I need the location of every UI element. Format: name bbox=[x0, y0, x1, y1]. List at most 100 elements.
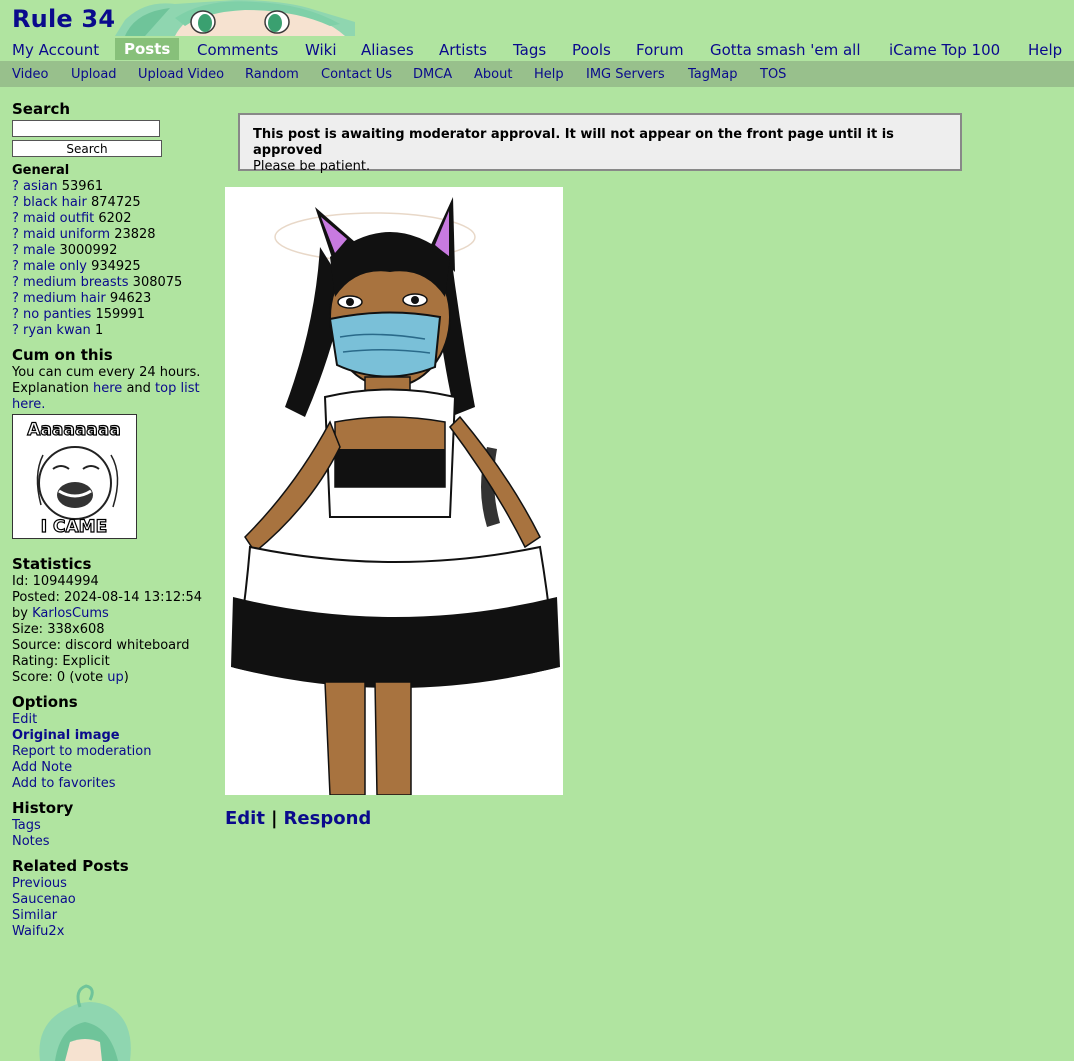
nav-tags[interactable]: Tags bbox=[513, 41, 546, 59]
cum-here2-link[interactable]: here. bbox=[12, 397, 45, 412]
tag-help-link[interactable]: ? bbox=[12, 275, 19, 290]
post-edit-link[interactable]: Edit bbox=[225, 808, 265, 829]
history-tags-link[interactable]: Tags bbox=[12, 818, 41, 833]
post-respond-link[interactable]: Respond bbox=[284, 808, 372, 829]
nav-help[interactable]: Help bbox=[1028, 41, 1062, 59]
option-add-note-link[interactable]: Add Note bbox=[12, 760, 72, 775]
tag-count: 159991 bbox=[95, 307, 146, 322]
sidebar: Search Search General ? asian 53961 ? bl… bbox=[12, 100, 217, 940]
related-posts-title: Related Posts bbox=[12, 857, 129, 875]
tag-count: 874725 bbox=[91, 195, 141, 210]
vote-up-link[interactable]: up bbox=[107, 670, 124, 685]
tag-row: ? asian 53961 bbox=[12, 179, 217, 195]
nav-posts[interactable]: Posts bbox=[115, 38, 180, 60]
subnav-help[interactable]: Help bbox=[534, 67, 564, 82]
tag-row: ? no panties 159991 bbox=[12, 307, 217, 323]
tag-link[interactable]: male only bbox=[23, 259, 87, 274]
stat-source: Source: discord whiteboard bbox=[12, 638, 190, 653]
tag-help-link[interactable]: ? bbox=[12, 307, 19, 322]
tag-help-link[interactable]: ? bbox=[12, 291, 19, 306]
related-waifu2x-link[interactable]: Waifu2x bbox=[12, 924, 64, 939]
nav-my-account[interactable]: My Account bbox=[12, 41, 99, 59]
tag-count: 1 bbox=[94, 323, 104, 338]
search-input[interactable] bbox=[12, 120, 160, 137]
option-report-link[interactable]: Report to moderation bbox=[12, 744, 152, 759]
tag-count: 53961 bbox=[61, 179, 104, 194]
options-title: Options bbox=[12, 693, 78, 711]
search-title: Search bbox=[12, 100, 71, 118]
post-image[interactable] bbox=[225, 187, 563, 795]
tag-link[interactable]: male bbox=[23, 243, 55, 258]
nav-gotta-smash[interactable]: Gotta smash 'em all bbox=[710, 41, 861, 59]
tag-row: ? male 3000992 bbox=[12, 243, 217, 259]
subnav-tagmap[interactable]: TagMap bbox=[688, 67, 737, 82]
option-add-favorites-link[interactable]: Add to favorites bbox=[12, 776, 116, 791]
history-notes-link[interactable]: Notes bbox=[12, 834, 50, 849]
site-title-link[interactable]: Rule 34 bbox=[12, 5, 115, 33]
i-came-button-image[interactable]: Aaaaaaaa I CAME bbox=[12, 414, 137, 539]
stat-posted: Posted: 2024-08-14 13:12:54 bbox=[12, 590, 203, 605]
stat-id: Id: 10944994 bbox=[12, 574, 99, 589]
post-actions-separator: | bbox=[270, 808, 278, 829]
tag-link[interactable]: medium breasts bbox=[23, 275, 128, 290]
notice-title: This post is awaiting moderator approval… bbox=[253, 127, 894, 158]
tag-help-link[interactable]: ? bbox=[12, 179, 19, 194]
tag-count: 23828 bbox=[114, 227, 156, 242]
nav-aliases[interactable]: Aliases bbox=[361, 41, 414, 59]
cum-explanation: Explanation here and top list bbox=[12, 381, 217, 397]
tag-link[interactable]: ryan kwan bbox=[23, 323, 91, 338]
stat-by: by KarlosCums bbox=[12, 606, 217, 622]
tag-help-link[interactable]: ? bbox=[12, 211, 19, 226]
option-original-image-link[interactable]: Original image bbox=[12, 728, 120, 743]
tag-link[interactable]: maid outfit bbox=[23, 211, 94, 226]
cum-top-list-link[interactable]: top list bbox=[155, 381, 200, 396]
tag-link[interactable]: no panties bbox=[23, 307, 91, 322]
nav-comments[interactable]: Comments bbox=[197, 41, 278, 59]
tag-help-link[interactable]: ? bbox=[12, 259, 19, 274]
tag-count: 308075 bbox=[132, 275, 183, 290]
tag-help-link[interactable]: ? bbox=[12, 323, 19, 338]
search-button[interactable]: Search bbox=[12, 140, 162, 157]
cum-here-link[interactable]: here bbox=[93, 381, 122, 396]
subnav-upload-video[interactable]: Upload Video bbox=[138, 67, 224, 82]
tag-link[interactable]: black hair bbox=[23, 195, 87, 210]
tag-help-link[interactable]: ? bbox=[12, 227, 19, 242]
tag-link[interactable]: maid uniform bbox=[23, 227, 110, 242]
subnav-random[interactable]: Random bbox=[245, 67, 299, 82]
nav-pools[interactable]: Pools bbox=[572, 41, 611, 59]
nav-artists[interactable]: Artists bbox=[439, 41, 487, 59]
tag-row: ? maid uniform 23828 bbox=[12, 227, 217, 243]
subnav-video[interactable]: Video bbox=[12, 67, 48, 82]
author-link[interactable]: KarlosCums bbox=[32, 606, 109, 621]
tag-link[interactable]: medium hair bbox=[23, 291, 106, 306]
tag-help-link[interactable]: ? bbox=[12, 195, 19, 210]
subnav-tos[interactable]: TOS bbox=[760, 67, 786, 82]
stat-by-label: by bbox=[12, 606, 28, 621]
subnav-img-servers[interactable]: IMG Servers bbox=[586, 67, 665, 82]
option-edit-link[interactable]: Edit bbox=[12, 712, 37, 727]
notice-subtitle: Please be patient. bbox=[253, 159, 371, 174]
tag-help-link[interactable]: ? bbox=[12, 243, 19, 258]
main-nav: My Account Posts Comments Wiki Aliases A… bbox=[0, 38, 1074, 60]
i-came-top-text: Aaaaaaaa bbox=[27, 420, 120, 440]
related-similar-link[interactable]: Similar bbox=[12, 908, 57, 923]
cum-explanation-prefix: Explanation bbox=[12, 381, 89, 396]
subnav-about[interactable]: About bbox=[474, 67, 512, 82]
tag-link[interactable]: asian bbox=[23, 179, 58, 194]
cum-and-text: and bbox=[126, 381, 151, 396]
sub-nav: Video Upload Upload Video Random Contact… bbox=[0, 61, 1074, 87]
post-actions: Edit | Respond bbox=[225, 808, 371, 829]
subnav-contact-us[interactable]: Contact Us bbox=[321, 67, 392, 82]
related-previous-link[interactable]: Previous bbox=[12, 876, 67, 891]
subnav-upload[interactable]: Upload bbox=[71, 67, 117, 82]
tag-count: 6202 bbox=[98, 211, 132, 226]
subnav-dmca[interactable]: DMCA bbox=[413, 67, 452, 82]
nav-wiki[interactable]: Wiki bbox=[305, 41, 337, 59]
history-title: History bbox=[12, 799, 74, 817]
mascot-footer-image bbox=[39, 984, 131, 1061]
stat-rating: Rating: Explicit bbox=[12, 654, 110, 669]
related-saucenao-link[interactable]: Saucenao bbox=[12, 892, 76, 907]
nav-forum[interactable]: Forum bbox=[636, 41, 684, 59]
tags-section-title: General bbox=[12, 163, 70, 178]
nav-icame-top-100[interactable]: iCame Top 100 bbox=[889, 41, 1000, 59]
